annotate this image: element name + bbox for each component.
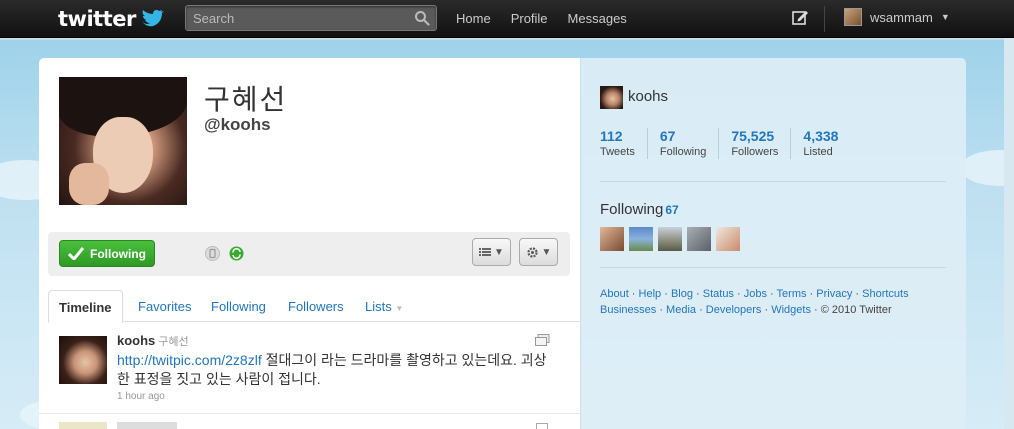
- following-avatar[interactable]: [658, 227, 682, 251]
- copyright: © 2010 Twitter: [820, 304, 892, 316]
- chevron-down-icon: ▼: [494, 246, 504, 258]
- divider: [600, 181, 946, 182]
- compose-icon[interactable]: [792, 9, 809, 26]
- stat-label: Followers: [731, 146, 779, 158]
- footer-link-businesses[interactable]: Businesses: [600, 304, 656, 316]
- scrollbar[interactable]: [1004, 38, 1014, 429]
- profile-action-bar: Following ▼ ▼: [48, 232, 570, 276]
- dashboard-avatar[interactable]: [600, 86, 623, 109]
- user-avatar: [844, 8, 862, 26]
- chevron-down-icon: ▼: [395, 304, 404, 313]
- checkmark-icon: [68, 247, 84, 260]
- search-input[interactable]: [186, 6, 406, 30]
- footer-link-media[interactable]: Media: [666, 304, 696, 316]
- tab-timeline[interactable]: Timeline: [48, 290, 123, 323]
- profile-stats: 112 Tweets 67 Following 75,525 Followers…: [600, 128, 862, 159]
- tab-lists-label: Lists: [365, 299, 392, 314]
- main-nav: Home Profile Messages: [456, 0, 627, 36]
- nav-messages[interactable]: Messages: [568, 11, 627, 26]
- tab-favorites[interactable]: Favorites: [138, 290, 191, 322]
- tab-following[interactable]: Following: [211, 290, 266, 322]
- tweet[interactable]: koohs 구혜선 http://twitpic.com/2z8zlf 절대그이 …: [39, 322, 580, 414]
- following-avatar[interactable]: [687, 227, 711, 251]
- stat-listed[interactable]: 4,338 Listed: [803, 128, 850, 159]
- tweet-text: http://twitpic.com/2z8zlf 절대그이 라는 드라마를 촬…: [117, 351, 557, 389]
- nav-profile[interactable]: Profile: [511, 11, 548, 26]
- gear-icon: [526, 246, 538, 258]
- following-button[interactable]: Following: [59, 240, 155, 267]
- tweet-author: [117, 422, 177, 429]
- stat-label: Following: [659, 146, 707, 158]
- device-icon[interactable]: [205, 246, 220, 261]
- tweet-author: koohs 구혜선: [117, 333, 189, 349]
- profile-name: 구혜선: [204, 83, 288, 116]
- tab-lists[interactable]: Lists ▼: [365, 290, 403, 322]
- profile-photo[interactable]: [59, 77, 187, 205]
- footer-link-terms[interactable]: Terms: [777, 288, 807, 300]
- topbar-divider: [824, 6, 825, 32]
- following-avatar[interactable]: [600, 227, 624, 251]
- caret-down-icon: ▼: [940, 12, 950, 22]
- dashboard-sidebar: koohs 112 Tweets 67 Following 75,525 Fol…: [580, 58, 966, 429]
- stat-number: 4,338: [803, 128, 839, 144]
- tweet-avatar[interactable]: [59, 422, 107, 429]
- footer-link-privacy[interactable]: Privacy: [816, 288, 852, 300]
- stat-label: Tweets: [600, 146, 635, 158]
- twitter-logo[interactable]: twitter: [58, 6, 164, 32]
- footer-link-developers[interactable]: Developers: [706, 304, 762, 316]
- tweet-avatar[interactable]: [59, 336, 107, 384]
- footer-link-jobs[interactable]: Jobs: [744, 288, 767, 300]
- stat-label: Listed: [803, 146, 833, 158]
- divider: [600, 267, 946, 268]
- media-icon[interactable]: [535, 334, 550, 347]
- chevron-down-icon: ▼: [541, 246, 552, 258]
- profile-main: 구혜선 @koohs Following ▼ ▼ Timeline Favori…: [39, 58, 580, 429]
- stat-followers[interactable]: 75,525 Followers: [731, 128, 792, 159]
- following-heading-label: Following: [600, 201, 664, 218]
- user-menu[interactable]: wsammam ▼: [844, 8, 950, 26]
- following-avatar[interactable]: [716, 227, 740, 251]
- retweet-icon[interactable]: [229, 246, 244, 261]
- lists-button[interactable]: ▼: [472, 238, 511, 266]
- footer-link-blog[interactable]: Blog: [671, 288, 693, 300]
- footer-link-about[interactable]: About: [600, 288, 629, 300]
- tweet-screen-name[interactable]: koohs: [117, 333, 155, 348]
- nav-home[interactable]: Home: [456, 11, 491, 26]
- tab-followers[interactable]: Followers: [288, 290, 344, 322]
- media-icon[interactable]: [536, 423, 548, 429]
- footer-link-status[interactable]: Status: [703, 288, 734, 300]
- search-icon[interactable]: [414, 10, 430, 26]
- following-avatars: [600, 227, 740, 251]
- stat-tweets[interactable]: 112 Tweets: [600, 128, 648, 159]
- following-avatar[interactable]: [629, 227, 653, 251]
- username: wsammam: [870, 9, 933, 25]
- stat-number: 75,525: [731, 128, 775, 144]
- stat-number: 67: [659, 128, 676, 144]
- following-count: 67: [665, 203, 679, 217]
- tweet-full-name: 구혜선: [158, 336, 189, 348]
- footer-link-help[interactable]: Help: [639, 288, 662, 300]
- following-heading[interactable]: Following 67: [600, 201, 679, 218]
- footer-link-widgets[interactable]: Widgets: [771, 304, 811, 316]
- footer-link-shortcuts[interactable]: Shortcuts: [862, 288, 908, 300]
- tweet[interactable]: [39, 415, 580, 429]
- stat-number: 112: [600, 128, 623, 144]
- profile-handle: @koohs: [204, 115, 271, 134]
- actions-gear-button[interactable]: ▼: [519, 238, 558, 266]
- stat-following[interactable]: 67 Following: [659, 128, 720, 159]
- list-icon: [479, 248, 492, 256]
- dashboard-handle[interactable]: koohs: [628, 88, 668, 105]
- tweet-timestamp[interactable]: 1 hour ago: [117, 391, 165, 402]
- tweet-link[interactable]: http://twitpic.com/2z8zlf: [117, 352, 262, 368]
- top-bar: twitter Home Profile Messages wsammam ▼: [0, 0, 1014, 38]
- following-button-label: Following: [90, 246, 146, 261]
- profile-tabs: Timeline Favorites Following Followers L…: [48, 290, 580, 323]
- bird-icon: [141, 10, 164, 27]
- search-box[interactable]: [185, 5, 437, 31]
- footer-links: About · Help · Blog · Status · Jobs · Te…: [600, 288, 909, 316]
